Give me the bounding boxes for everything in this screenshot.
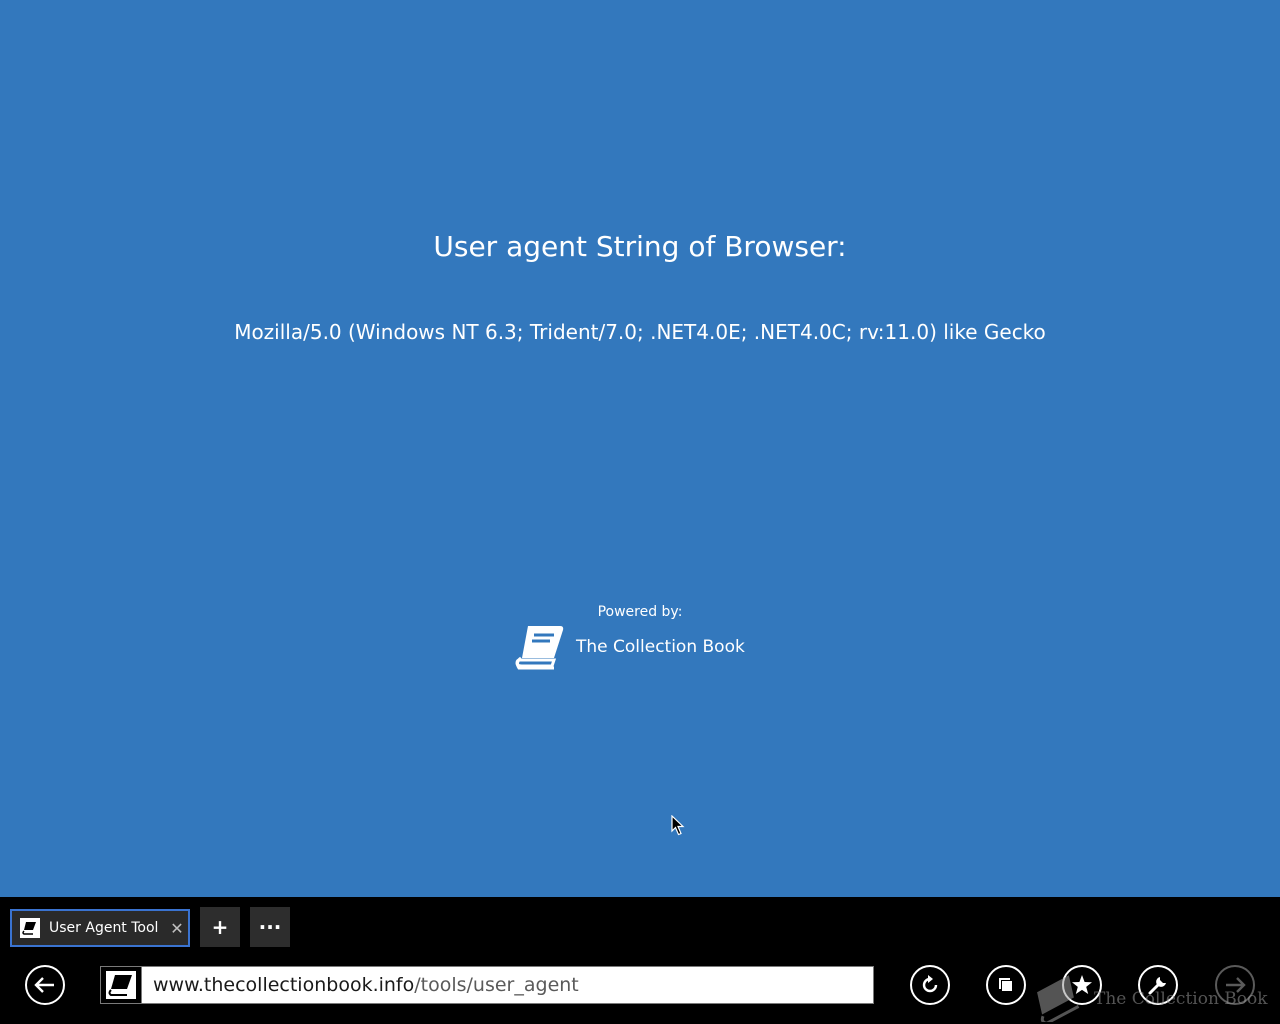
tabs-button[interactable]	[986, 965, 1026, 1005]
tab-user-agent-tool[interactable]: User Agent Tool ✕	[10, 909, 190, 947]
watermark-text: The Collection Book	[1094, 989, 1268, 1009]
tab-close-button[interactable]: ✕	[166, 919, 188, 938]
new-tab-button[interactable]: +	[200, 907, 240, 947]
page-headline: User agent String of Browser:	[433, 230, 847, 263]
page-content: User agent String of Browser: Mozilla/5.…	[0, 0, 1280, 897]
url-path: /tools/user_agent	[414, 974, 579, 996]
brand-link[interactable]: The Collection Book	[514, 622, 745, 672]
tabs-icon	[999, 978, 1012, 991]
tab-menu-button[interactable]: ···	[250, 907, 290, 947]
user-agent-string: Mozilla/5.0 (Windows NT 6.3; Trident/7.0…	[234, 320, 1046, 344]
refresh-button[interactable]	[910, 965, 950, 1005]
brand-name: The Collection Book	[576, 637, 745, 657]
mouse-cursor-icon	[671, 815, 685, 836]
url-domain: www.thecollectionbook.info	[153, 974, 415, 996]
back-arrow-icon	[34, 977, 54, 993]
address-bar[interactable]: www.thecollectionbook.info/tools/user_ag…	[100, 966, 874, 1004]
address-input[interactable]: www.thecollectionbook.info/tools/user_ag…	[153, 974, 579, 996]
watermark: The Collection Book	[1028, 972, 1268, 1022]
watermark-book-icon	[1037, 975, 1080, 1022]
back-button[interactable]	[25, 965, 65, 1005]
tab-title: User Agent Tool	[49, 920, 159, 936]
site-favicon-icon	[101, 967, 142, 1003]
book-logo-icon	[515, 626, 564, 670]
book-favicon-icon	[20, 918, 40, 938]
refresh-icon	[922, 975, 938, 993]
powered-by-label: Powered by:	[597, 604, 683, 620]
